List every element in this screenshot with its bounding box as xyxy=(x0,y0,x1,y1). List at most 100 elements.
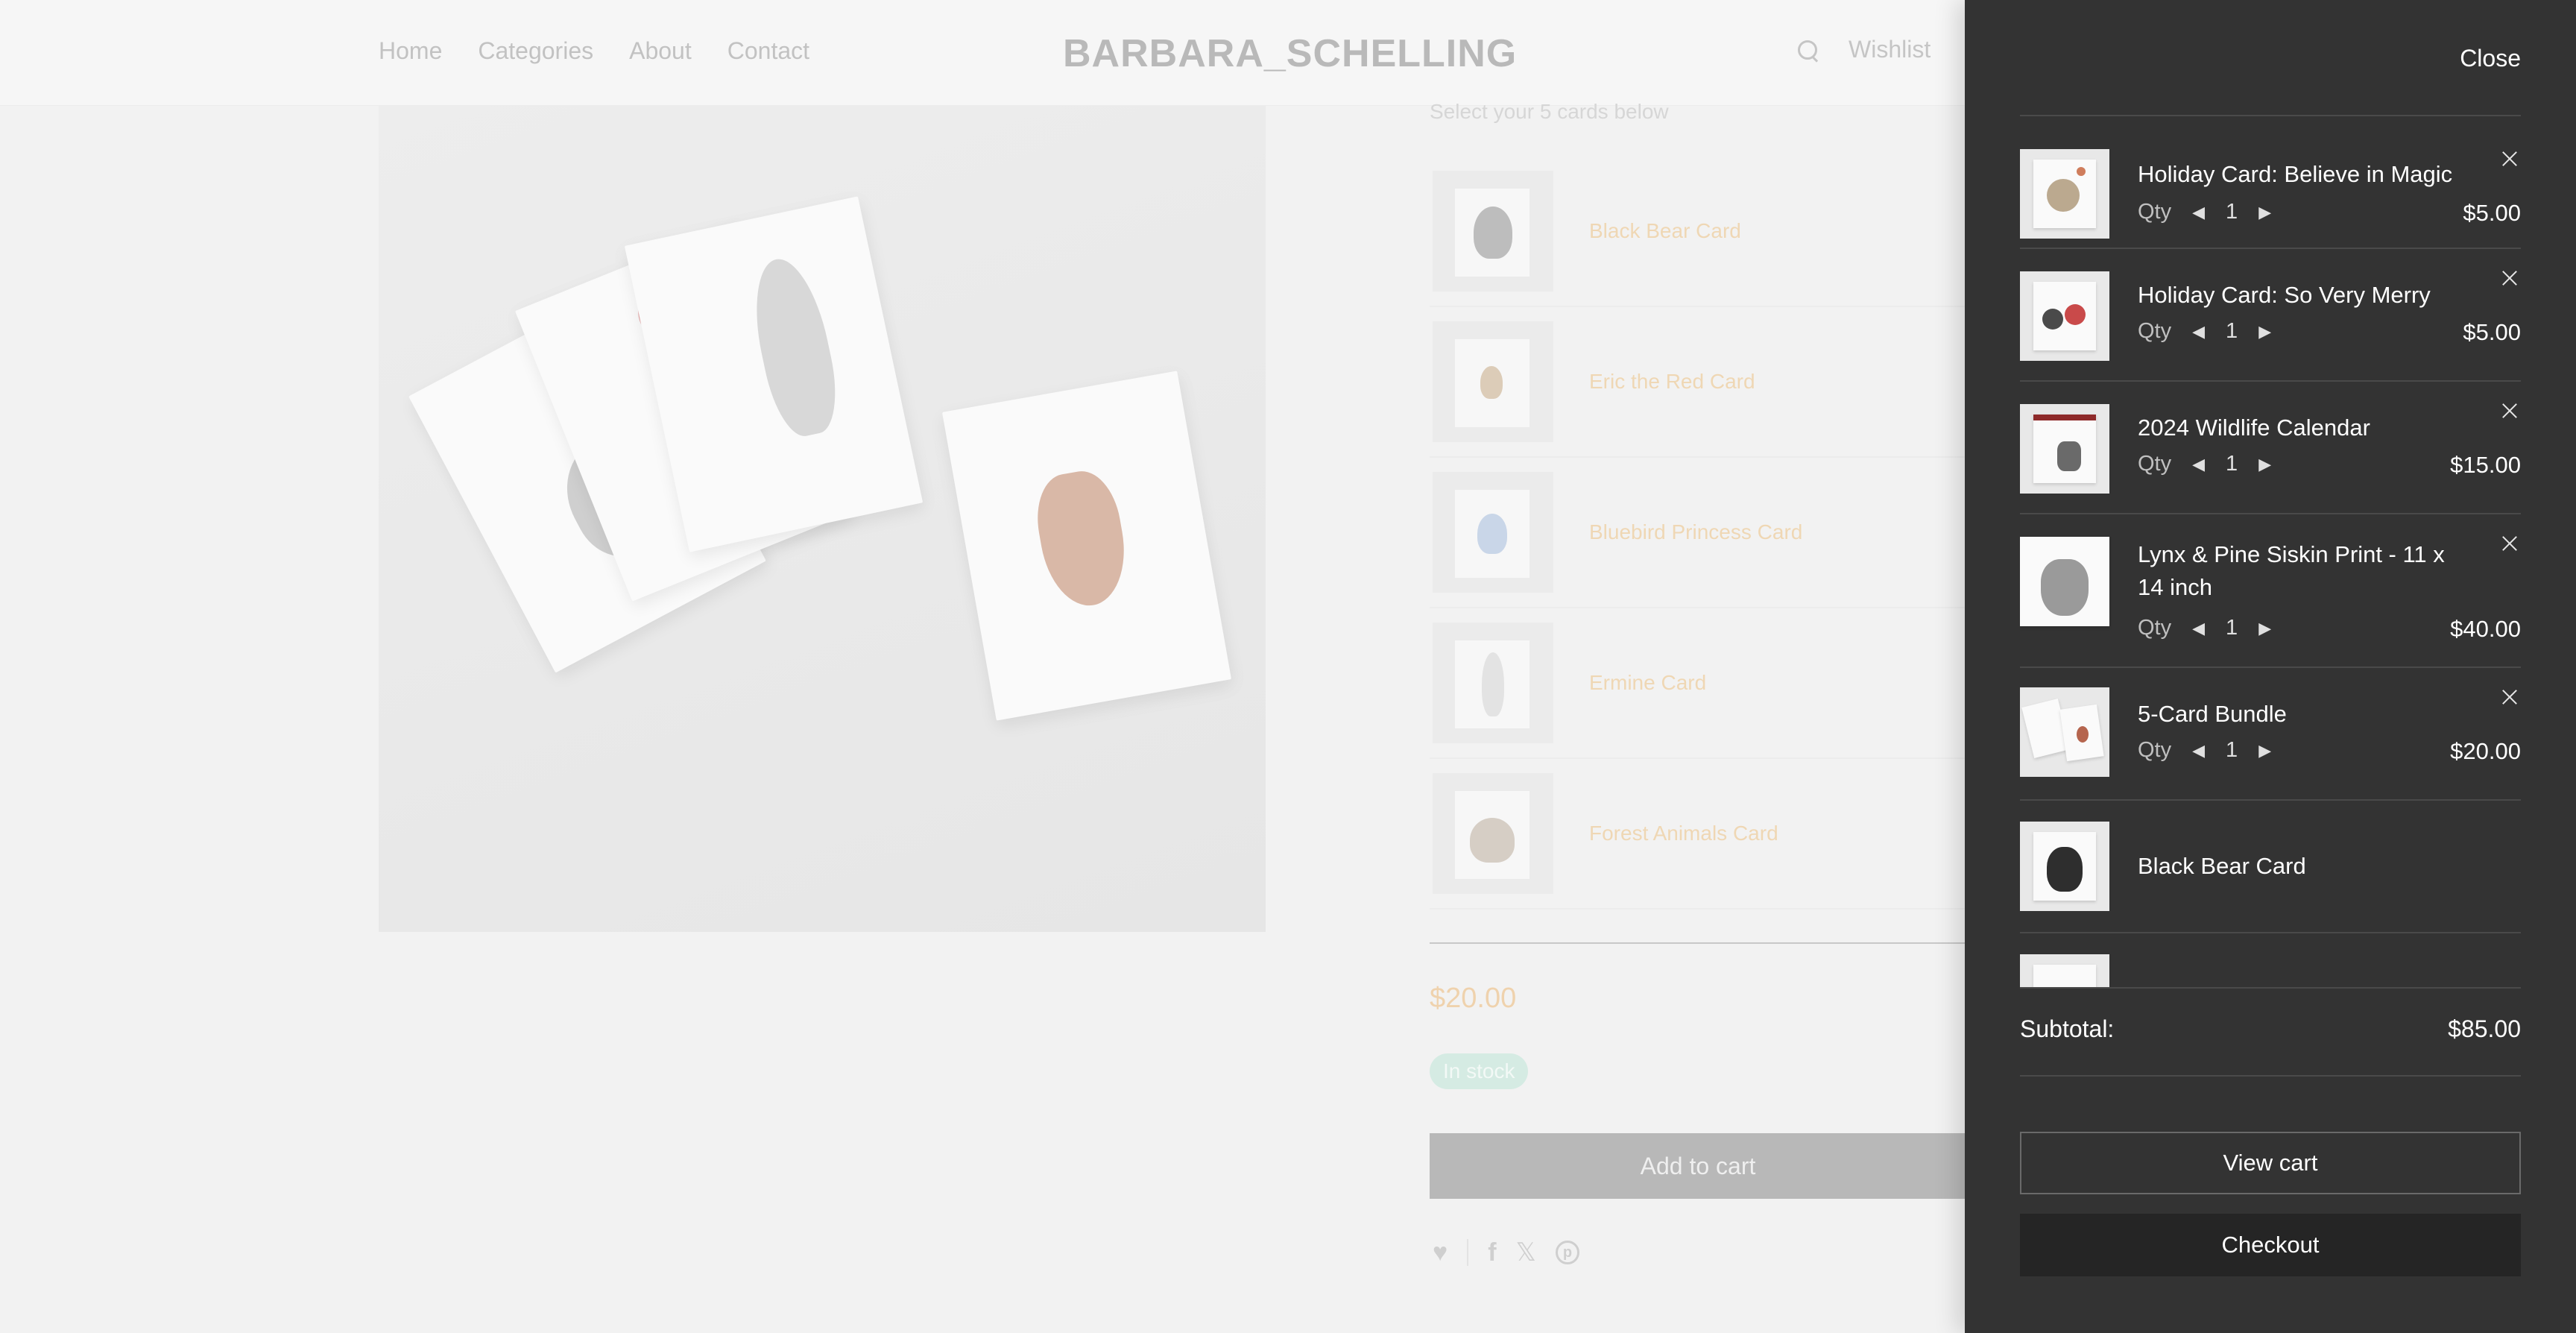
x-icon[interactable]: 𝕏 xyxy=(1516,1238,1536,1267)
header-actions: Wishlist xyxy=(1796,36,1931,63)
divider xyxy=(2020,987,2521,989)
cart-item xyxy=(2020,933,2521,987)
qty-label: Qty xyxy=(2138,200,2172,224)
pinterest-icon[interactable]: p xyxy=(1555,1241,1579,1264)
item-thumbnail[interactable] xyxy=(2020,954,2109,987)
product-image xyxy=(379,106,1266,932)
main-nav: Home Categories About Contact xyxy=(379,37,809,65)
item-price: $5.00 xyxy=(2463,200,2521,226)
cart-items: Holiday Card: Believe in Magic Qty ◀ 1 ▶… xyxy=(2020,116,2521,987)
item-title[interactable]: Lynx & Pine Siskin Print - 11 x 14 inch xyxy=(2138,538,2473,604)
nav-about[interactable]: About xyxy=(629,37,692,65)
item-thumbnail[interactable] xyxy=(2020,404,2109,494)
card-options: Black Bear Card Eric the Red Card Bluebi… xyxy=(1430,157,1966,910)
cart-item: Black Bear Card xyxy=(2020,801,2521,933)
photo-card xyxy=(941,371,1232,721)
product-price: $20.00 xyxy=(1430,983,1517,1014)
qty-increase-button[interactable]: ▶ xyxy=(2258,203,2271,222)
qty-decrease-button[interactable]: ◀ xyxy=(2192,619,2205,638)
card-thumbnail xyxy=(1433,321,1553,442)
item-price: $40.00 xyxy=(2450,616,2521,642)
add-to-cart-button[interactable]: Add to cart xyxy=(1430,1133,1966,1199)
cart-item: Holiday Card: So Very Merry Qty ◀ 1 ▶ $5… xyxy=(2020,249,2521,382)
qty-value[interactable]: 1 xyxy=(2226,200,2238,224)
item-title[interactable]: Holiday Card: So Very Merry xyxy=(2138,279,2473,312)
nav-home[interactable]: Home xyxy=(379,37,442,65)
item-thumbnail[interactable] xyxy=(2020,537,2109,626)
card-name[interactable]: Eric the Red Card xyxy=(1589,370,1755,394)
card-thumbnail xyxy=(1433,623,1553,743)
qty-label: Qty xyxy=(2138,738,2172,762)
qty-value[interactable]: 1 xyxy=(2226,452,2238,476)
checkout-button[interactable]: Checkout xyxy=(2020,1214,2521,1276)
quantity-stepper: Qty ◀ 1 ▶ xyxy=(2138,738,2271,763)
item-price: $20.00 xyxy=(2450,738,2521,764)
divider xyxy=(1430,942,1966,944)
cart-drawer: Close Holiday Card: Believe in Magic Qty… xyxy=(1965,0,2576,1333)
card-name[interactable]: Bluebird Princess Card xyxy=(1589,520,1802,544)
item-thumbnail[interactable] xyxy=(2020,687,2109,777)
view-cart-button[interactable]: View cart xyxy=(2020,1132,2521,1194)
qty-increase-button[interactable]: ▶ xyxy=(2258,619,2271,638)
quantity-stepper: Qty ◀ 1 ▶ xyxy=(2138,319,2271,344)
heart-icon[interactable]: ♥ xyxy=(1433,1238,1448,1267)
item-title[interactable]: Holiday Card: Believe in Magic xyxy=(2138,158,2473,191)
item-title[interactable]: Black Bear Card xyxy=(2138,850,2473,883)
qty-decrease-button[interactable]: ◀ xyxy=(2192,455,2205,474)
list-item[interactable]: Bluebird Princess Card xyxy=(1430,458,1966,608)
qty-label: Qty xyxy=(2138,452,2172,476)
close-icon[interactable] xyxy=(2500,401,2519,420)
quantity-stepper: Qty ◀ 1 ▶ xyxy=(2138,616,2271,640)
card-thumbnail xyxy=(1433,472,1553,593)
stock-badge: In stock xyxy=(1430,1053,1529,1089)
qty-label: Qty xyxy=(2138,319,2172,343)
close-icon[interactable] xyxy=(2500,534,2519,553)
qty-value[interactable]: 1 xyxy=(2226,319,2238,344)
qty-label: Qty xyxy=(2138,616,2172,640)
close-icon[interactable] xyxy=(2500,268,2519,288)
item-thumbnail[interactable] xyxy=(2020,149,2109,239)
qty-decrease-button[interactable]: ◀ xyxy=(2192,741,2205,760)
item-thumbnail[interactable] xyxy=(2020,822,2109,911)
list-item[interactable]: Eric the Red Card xyxy=(1430,307,1966,458)
select-note: Select your 5 cards below xyxy=(1430,100,1669,123)
nav-categories[interactable]: Categories xyxy=(478,37,593,65)
list-item[interactable]: Ermine Card xyxy=(1430,608,1966,759)
quantity-stepper: Qty ◀ 1 ▶ xyxy=(2138,200,2271,224)
qty-decrease-button[interactable]: ◀ xyxy=(2192,322,2205,341)
card-name[interactable]: Black Bear Card xyxy=(1589,219,1741,243)
qty-decrease-button[interactable]: ◀ xyxy=(2192,203,2205,222)
list-item[interactable]: Black Bear Card xyxy=(1430,157,1966,307)
item-thumbnail[interactable] xyxy=(2020,271,2109,361)
subtotal-value: $85.00 xyxy=(2448,1015,2521,1042)
close-button[interactable]: Close xyxy=(2460,45,2521,72)
cart-item: 2024 Wildlife Calendar Qty ◀ 1 ▶ $15.00 xyxy=(2020,382,2521,514)
item-price: $15.00 xyxy=(2450,452,2521,478)
card-name[interactable]: Ermine Card xyxy=(1589,671,1706,695)
share-bar: ♥ f 𝕏 p xyxy=(1433,1238,1579,1267)
brand-logo[interactable]: BARBARA_SCHELLING xyxy=(1063,31,1517,76)
card-thumbnail xyxy=(1433,171,1553,292)
card-name[interactable]: Forest Animals Card xyxy=(1589,822,1778,845)
close-icon[interactable] xyxy=(2500,149,2519,168)
search-icon[interactable] xyxy=(1796,39,1819,61)
card-thumbnail xyxy=(1433,773,1553,894)
qty-increase-button[interactable]: ▶ xyxy=(2258,322,2271,341)
qty-value[interactable]: 1 xyxy=(2226,616,2238,640)
wishlist-link[interactable]: Wishlist xyxy=(1849,36,1931,63)
nav-contact[interactable]: Contact xyxy=(727,37,809,65)
item-title[interactable]: 5-Card Bundle xyxy=(2138,698,2473,731)
list-item[interactable]: Forest Animals Card xyxy=(1430,759,1966,910)
quantity-stepper: Qty ◀ 1 ▶ xyxy=(2138,452,2271,476)
qty-value[interactable]: 1 xyxy=(2226,738,2238,763)
qty-increase-button[interactable]: ▶ xyxy=(2258,455,2271,474)
facebook-icon[interactable]: f xyxy=(1488,1238,1496,1267)
qty-increase-button[interactable]: ▶ xyxy=(2258,741,2271,760)
cart-subtotal: Subtotal: $85.00 xyxy=(2020,1015,2521,1043)
cart-item: 5-Card Bundle Qty ◀ 1 ▶ $20.00 xyxy=(2020,668,2521,801)
item-title[interactable]: 2024 Wildlife Calendar xyxy=(2138,412,2473,444)
divider xyxy=(1467,1239,1469,1266)
close-icon[interactable] xyxy=(2500,687,2519,707)
cart-item: Lynx & Pine Siskin Print - 11 x 14 inch … xyxy=(2020,514,2521,668)
cart-item: Holiday Card: Believe in Magic Qty ◀ 1 ▶… xyxy=(2020,116,2521,249)
